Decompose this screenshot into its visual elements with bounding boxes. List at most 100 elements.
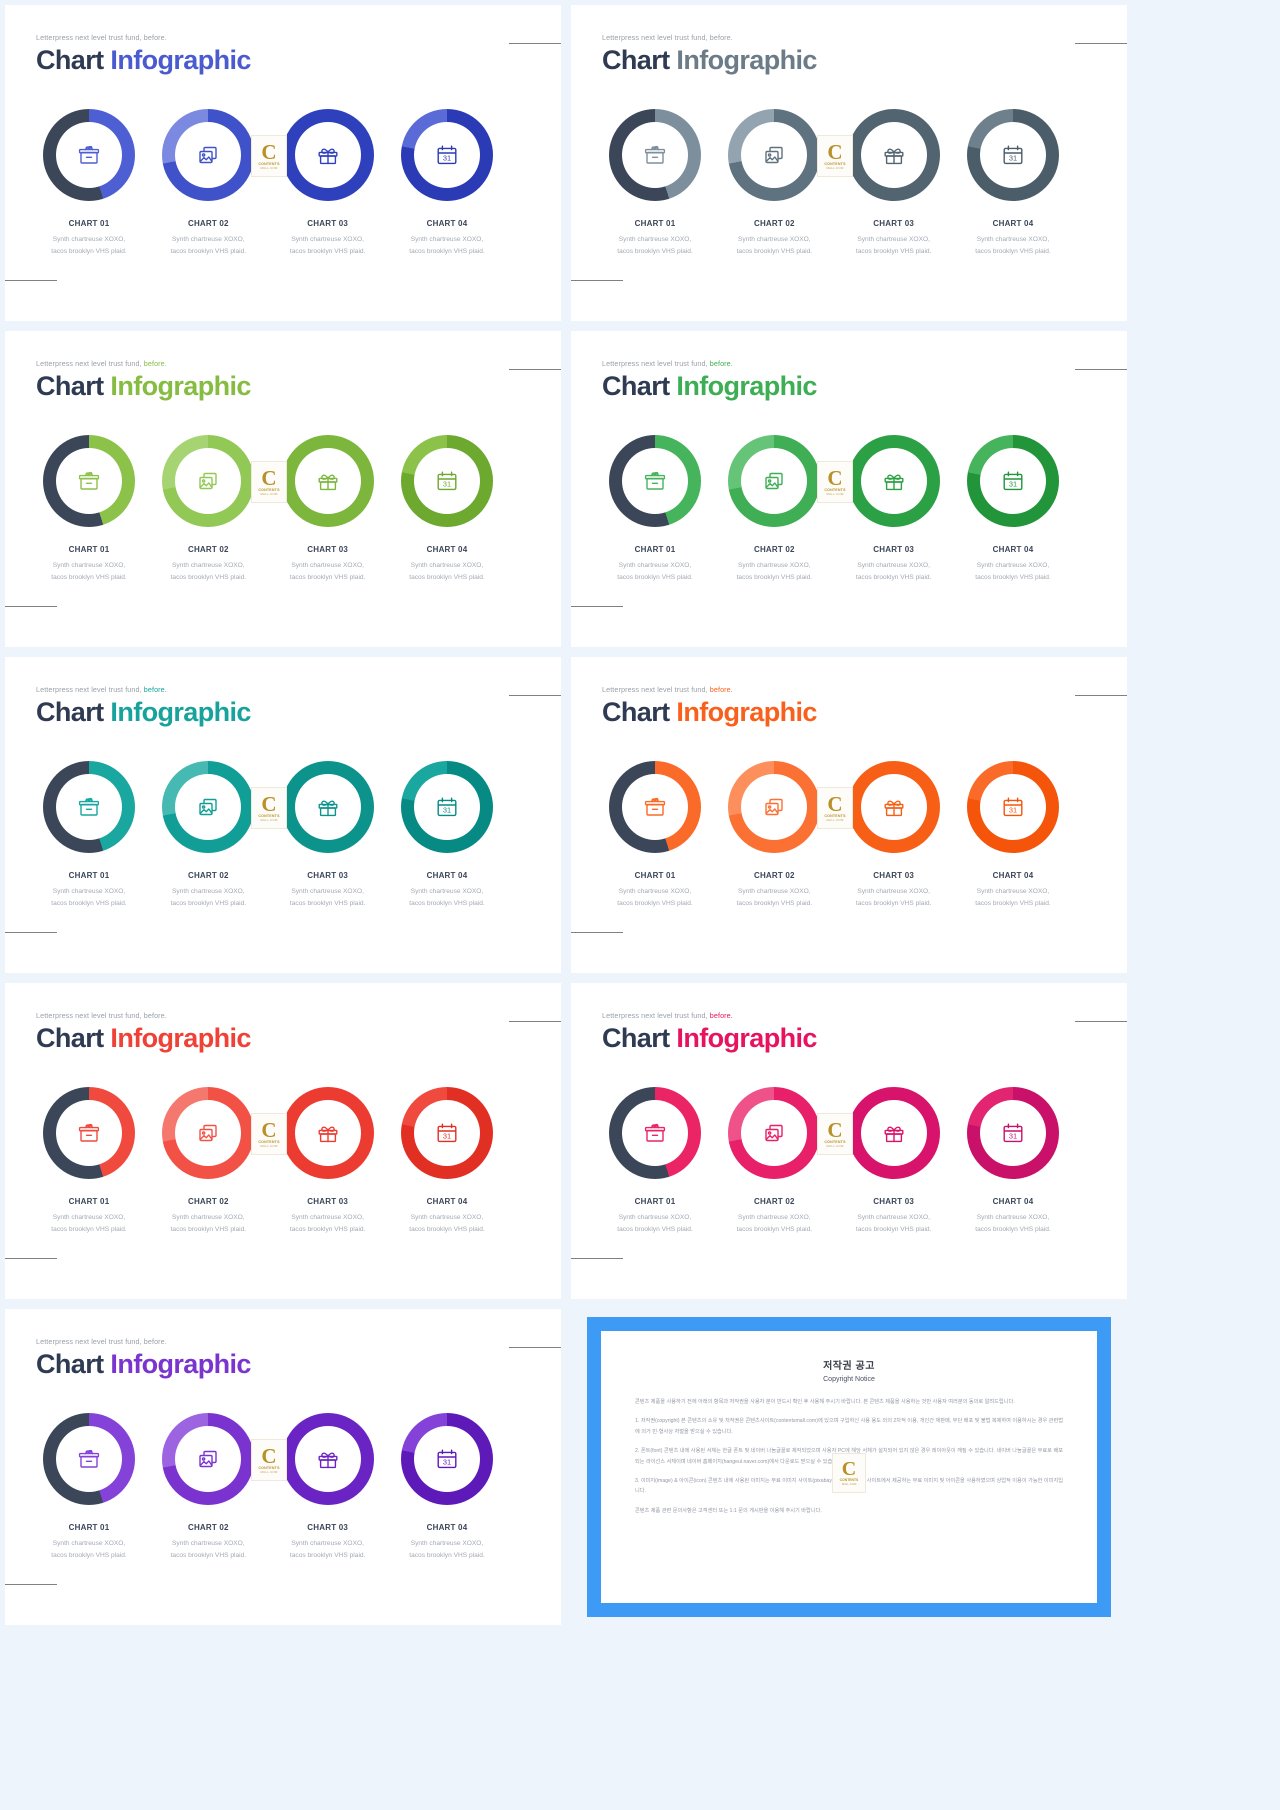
- donut-chart-1[interactable]: [43, 761, 135, 853]
- donut-chart-4[interactable]: 31: [400, 1087, 493, 1179]
- donut-chart-1[interactable]: [43, 1087, 135, 1179]
- chart-item[interactable]: 31 CHART 04 Synth chartreuse XOXO, tacos br…: [389, 1413, 505, 1561]
- donut-chart-1[interactable]: [609, 109, 701, 201]
- slide-copyright-notice[interactable]: 저작권 공고 Copyright Notice 콘텐츠 제품을 사용하기 전에 아래…: [571, 1309, 1127, 1625]
- chart-description: Synth chartreuse XOXO, tacos brooklyn VHS…: [409, 888, 485, 907]
- donut-chart-4[interactable]: 31: [966, 109, 1059, 201]
- chart-item[interactable]: CHART 02 Synth chartreuse XOXO, tacos broo…: [716, 435, 832, 583]
- chart-item[interactable]: CHART 03 Synth chartreuse XOXO, tacos broo…: [836, 1087, 952, 1235]
- chart-item[interactable]: 31 CHART 04 Synth chartreuse XOXO, tacos br…: [955, 761, 1071, 909]
- gift-icon: [881, 794, 907, 820]
- donut-chart-1[interactable]: [43, 109, 135, 201]
- chart-item[interactable]: CHART 01 Synth chartreuse XOXO, tacos broo…: [597, 761, 713, 909]
- chart-item[interactable]: CHART 03 Synth chartreuse XOXO, tacos broo…: [836, 761, 952, 909]
- chart-item[interactable]: CHART 01 Synth chartreuse XOXO, tacos broo…: [31, 761, 147, 909]
- slide-red[interactable]: Letterpress next level trust fund, befor…: [5, 983, 561, 1299]
- chart-item[interactable]: CHART 01 Synth chartreuse XOXO, tacos broo…: [597, 1087, 713, 1235]
- slide-orange[interactable]: Letterpress next level trust fund, befor…: [571, 657, 1127, 973]
- donut-chart-3[interactable]: [847, 435, 940, 527]
- chart-item[interactable]: CHART 03 Synth chartreuse XOXO, tacos broo…: [270, 435, 386, 583]
- chart-item[interactable]: CHART 02 Synth chartreuse XOXO, tacos broo…: [716, 761, 832, 909]
- chart-label: CHART 02: [187, 1197, 229, 1206]
- donut-chart-2[interactable]: [162, 109, 255, 201]
- chart-item[interactable]: CHART 02 Synth chartreuse XOXO, tacos broo…: [150, 1413, 266, 1561]
- donut-chart-4[interactable]: 31: [400, 761, 493, 853]
- donut-chart-4[interactable]: 31: [966, 435, 1059, 527]
- chart-item[interactable]: 31 CHART 04 Synth chartreuse XOXO, tacos br…: [389, 109, 505, 257]
- photos-icon: [195, 1120, 221, 1146]
- chart-description: Synth chartreuse XOXO, tacos brooklyn VHS…: [617, 888, 693, 907]
- donut-chart-3[interactable]: [281, 109, 374, 201]
- donut-chart-2[interactable]: [728, 1087, 821, 1179]
- donut-chart-2[interactable]: [162, 1087, 255, 1179]
- chart-item[interactable]: CHART 01 Synth chartreuse XOXO, tacos broo…: [31, 435, 147, 583]
- chart-item[interactable]: CHART 03 Synth chartreuse XOXO, tacos broo…: [270, 1087, 386, 1235]
- archive-box-icon: [76, 468, 102, 494]
- chart-item[interactable]: 31 CHART 04 Synth chartreuse XOXO, tacos br…: [955, 1087, 1071, 1235]
- gift-icon: [881, 142, 907, 168]
- donut-chart-1[interactable]: [609, 1087, 701, 1179]
- chart-item[interactable]: CHART 03 Synth chartreuse XOXO, tacos broo…: [836, 109, 952, 257]
- slide-light-green[interactable]: Letterpress next level trust fund, befor…: [5, 331, 561, 647]
- donut-chart-4[interactable]: 31: [400, 109, 493, 201]
- slide-blue[interactable]: Letterpress next level trust fund, befor…: [5, 5, 561, 321]
- donut-chart-4[interactable]: 31: [966, 761, 1059, 853]
- chart-item[interactable]: CHART 01 Synth chartreuse XOXO, tacos broo…: [31, 1087, 147, 1235]
- donut-chart-2[interactable]: [728, 435, 821, 527]
- chart-item[interactable]: CHART 01 Synth chartreuse XOXO, tacos broo…: [597, 435, 713, 583]
- chart-item[interactable]: CHART 01 Synth chartreuse XOXO, tacos broo…: [31, 109, 147, 257]
- chart-item[interactable]: CHART 03 Synth chartreuse XOXO, tacos broo…: [270, 1413, 386, 1561]
- donut-chart-3[interactable]: [847, 761, 940, 853]
- svg-text:31: 31: [443, 806, 451, 815]
- calendar-icon: 31: [1000, 794, 1026, 820]
- donut-chart-2[interactable]: [162, 761, 255, 853]
- chart-item[interactable]: CHART 03 Synth chartreuse XOXO, tacos broo…: [270, 109, 386, 257]
- donut-chart-3[interactable]: [281, 1087, 374, 1179]
- chart-item[interactable]: 31 CHART 04 Synth chartreuse XOXO, tacos br…: [389, 1087, 505, 1235]
- chart-item[interactable]: 31 CHART 04 Synth chartreuse XOXO, tacos br…: [955, 109, 1071, 257]
- donut-chart-1[interactable]: [609, 761, 701, 853]
- page-title: Chart Infographic: [36, 372, 251, 400]
- calendar-icon: 31: [1000, 142, 1026, 168]
- chart-item[interactable]: 31 CHART 04 Synth chartreuse XOXO, tacos br…: [389, 435, 505, 583]
- donut-chart-4[interactable]: 31: [400, 435, 493, 527]
- chart-item[interactable]: CHART 02 Synth chartreuse XOXO, tacos broo…: [150, 435, 266, 583]
- slide-purple[interactable]: Letterpress next level trust fund, befor…: [5, 1309, 561, 1625]
- donut-chart-3[interactable]: [281, 761, 374, 853]
- chart-label: CHART 04: [992, 545, 1034, 554]
- chart-item[interactable]: CHART 02 Synth chartreuse XOXO, tacos broo…: [150, 109, 266, 257]
- donut-chart-3[interactable]: [847, 1087, 940, 1179]
- chart-label: CHART 01: [634, 545, 676, 554]
- donut-chart-3[interactable]: [847, 109, 940, 201]
- donut-chart-2[interactable]: [162, 1413, 255, 1505]
- chart-description: Synth chartreuse XOXO, tacos brooklyn VHS…: [170, 236, 247, 255]
- chart-item[interactable]: CHART 02 Synth chartreuse XOXO, tacos broo…: [716, 109, 832, 257]
- chart-item[interactable]: 31 CHART 04 Synth chartreuse XOXO, tacos br…: [389, 761, 505, 909]
- svg-text:31: 31: [443, 1458, 451, 1467]
- donut-chart-3[interactable]: [281, 1413, 374, 1505]
- donut-chart-1[interactable]: [43, 435, 135, 527]
- donut-chart-3[interactable]: [281, 435, 374, 527]
- chart-item[interactable]: CHART 03 Synth chartreuse XOXO, tacos broo…: [836, 435, 952, 583]
- slide-green[interactable]: Letterpress next level trust fund, befor…: [571, 331, 1127, 647]
- chart-item[interactable]: CHART 01 Synth chartreuse XOXO, tacos broo…: [597, 109, 713, 257]
- donut-chart-4[interactable]: 31: [966, 1087, 1059, 1179]
- donut-chart-1[interactable]: [609, 435, 701, 527]
- donut-chart-1[interactable]: [43, 1413, 135, 1505]
- slide-teal[interactable]: Letterpress next level trust fund, befor…: [5, 657, 561, 973]
- chart-item[interactable]: 31 CHART 04 Synth chartreuse XOXO, tacos br…: [955, 435, 1071, 583]
- chart-item[interactable]: CHART 02 Synth chartreuse XOXO, tacos broo…: [150, 761, 266, 909]
- donut-chart-4[interactable]: 31: [400, 1413, 493, 1505]
- contents-mall-watermark: C CONTENTS MALL.COM: [817, 461, 853, 503]
- donut-chart-2[interactable]: [728, 761, 821, 853]
- slide-pink[interactable]: Letterpress next level trust fund, befor…: [571, 983, 1127, 1299]
- chart-description: Synth chartreuse XOXO, tacos brooklyn VHS…: [289, 888, 366, 907]
- donut-chart-2[interactable]: [162, 435, 255, 527]
- chart-item[interactable]: CHART 02 Synth chartreuse XOXO, tacos broo…: [150, 1087, 266, 1235]
- chart-row: CHART 01 Synth chartreuse XOXO, tacos broo…: [31, 761, 505, 909]
- slide-slate[interactable]: Letterpress next level trust fund, befor…: [571, 5, 1127, 321]
- chart-item[interactable]: CHART 03 Synth chartreuse XOXO, tacos broo…: [270, 761, 386, 909]
- chart-item[interactable]: CHART 02 Synth chartreuse XOXO, tacos broo…: [716, 1087, 832, 1235]
- chart-item[interactable]: CHART 01 Synth chartreuse XOXO, tacos broo…: [31, 1413, 147, 1561]
- donut-chart-2[interactable]: [728, 109, 821, 201]
